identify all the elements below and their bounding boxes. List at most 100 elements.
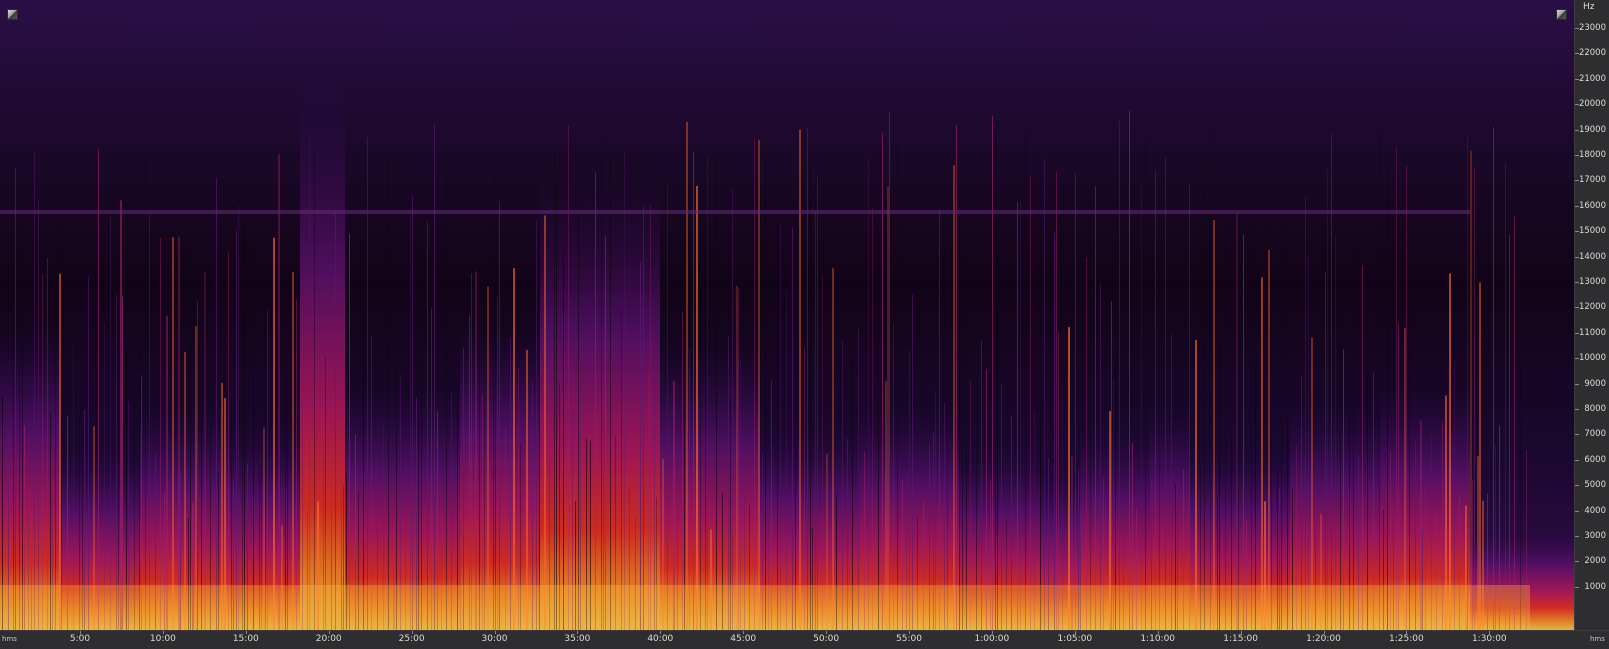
transient-streak xyxy=(953,165,955,630)
time-tick-label: 1:25:00 xyxy=(1389,634,1424,644)
time-tick-mark xyxy=(494,631,496,634)
transient-streak xyxy=(1479,282,1481,630)
transient-streak xyxy=(992,116,993,630)
transient-streak xyxy=(858,328,859,630)
transient-streak xyxy=(624,150,625,630)
frequency-tick-label: 3000 xyxy=(1584,531,1606,541)
time-tick-label: 10:00 xyxy=(149,634,176,644)
transient-streak xyxy=(696,186,698,630)
transient-streak xyxy=(285,285,286,630)
transient-streak xyxy=(471,273,472,630)
transient-streak xyxy=(832,268,834,630)
transient-streak xyxy=(893,323,894,630)
time-tick-label: 1:00:00 xyxy=(974,634,1010,644)
transient-streak xyxy=(1251,188,1252,630)
transient-streak xyxy=(446,177,447,630)
transient-streak xyxy=(707,156,708,630)
transient-streak xyxy=(363,311,364,630)
transient-streak xyxy=(34,152,35,630)
frequency-tick-label: 20000 xyxy=(1578,99,1606,110)
transient-streak xyxy=(897,144,898,630)
time-tick-mark xyxy=(80,631,81,634)
low-frequency-glow xyxy=(0,585,1530,630)
transient-streak xyxy=(786,290,787,630)
spectrogram-view[interactable] xyxy=(0,0,1574,630)
frequency-tick-mark xyxy=(1575,53,1579,55)
transient-streak xyxy=(59,273,61,630)
transient-streak xyxy=(253,236,254,630)
zoom-corner-right-button[interactable] xyxy=(1556,9,1567,20)
transient-streak xyxy=(1054,231,1055,630)
transient-streak xyxy=(650,205,651,630)
frequency-tick-mark xyxy=(1575,536,1579,537)
transient-streak xyxy=(172,237,174,630)
transient-streak xyxy=(431,307,432,630)
transient-streak xyxy=(513,268,515,630)
transient-streak xyxy=(807,127,808,630)
transient-streak xyxy=(1509,234,1510,630)
transient-streak xyxy=(1068,327,1070,630)
transient-streak xyxy=(145,159,146,630)
transient-streak xyxy=(118,236,119,630)
transient-streak xyxy=(38,200,39,630)
transient-streak xyxy=(1271,189,1272,630)
transient-streak xyxy=(349,233,350,630)
transient-streak xyxy=(962,259,963,630)
transient-streak xyxy=(61,225,62,630)
transient-streak xyxy=(1189,184,1190,630)
time-tick-mark xyxy=(245,631,247,634)
transient-streak xyxy=(1075,173,1076,630)
transient-streak xyxy=(815,211,816,630)
transient-streak xyxy=(1340,289,1341,630)
transient-streak xyxy=(578,203,579,630)
time-tick-label: 5:00 xyxy=(69,634,91,644)
frequency-tick-mark xyxy=(1575,485,1579,487)
transient-streak xyxy=(1398,324,1399,630)
transient-streak xyxy=(1030,176,1031,630)
frequency-tick-label: 14000 xyxy=(1578,251,1606,262)
frequency-tick-mark xyxy=(1575,434,1579,436)
time-tick-mark xyxy=(1240,631,1242,634)
transient-streak xyxy=(1387,168,1388,630)
transient-streak xyxy=(242,232,243,630)
time-tick-label: 1:05:00 xyxy=(1057,634,1093,644)
transient-streak xyxy=(810,162,811,630)
time-tick-label: 50:00 xyxy=(813,634,840,644)
transient-streak xyxy=(265,309,266,630)
transient-streak xyxy=(495,176,496,630)
transient-streak xyxy=(539,234,540,630)
transient-streak xyxy=(1056,171,1057,630)
transient-streak xyxy=(1331,134,1332,630)
time-tick-label: 1:30:00 xyxy=(1471,634,1507,644)
transient-streak xyxy=(499,201,500,630)
transient-streak xyxy=(216,177,217,630)
time-tick-mark xyxy=(1489,631,1491,634)
transient-streak xyxy=(1325,271,1326,630)
transient-streak xyxy=(765,158,766,630)
transient-streak xyxy=(882,132,883,630)
transient-streak xyxy=(497,296,498,630)
transient-streak xyxy=(601,141,602,630)
transient-streak xyxy=(792,227,793,630)
transient-streak xyxy=(469,315,470,630)
transient-streak xyxy=(1165,157,1166,630)
time-tick-label: 1:15:00 xyxy=(1223,634,1258,644)
transient-streak xyxy=(1119,120,1120,630)
transient-streak xyxy=(434,123,435,630)
transient-streak xyxy=(335,213,336,630)
time-tick-mark xyxy=(1157,631,1159,634)
transient-streak xyxy=(238,205,239,630)
transient-streak xyxy=(236,230,237,630)
transient-streak xyxy=(1204,182,1205,630)
frequency-tick-label: 17000 xyxy=(1578,175,1606,186)
time-tick-label: 25:00 xyxy=(398,634,425,644)
zoom-corner-left-button[interactable] xyxy=(7,9,18,20)
transient-streak xyxy=(732,190,733,630)
transient-streak xyxy=(55,273,56,630)
transient-streak xyxy=(475,271,477,630)
transient-streak xyxy=(388,158,389,630)
frequency-ruler: Hz 23000 22000 21000 20000 19000 18000 17000 16… xyxy=(1574,0,1609,630)
transient-streak xyxy=(1281,223,1282,630)
transient-streak xyxy=(700,283,701,630)
transient-streak xyxy=(1505,162,1506,630)
